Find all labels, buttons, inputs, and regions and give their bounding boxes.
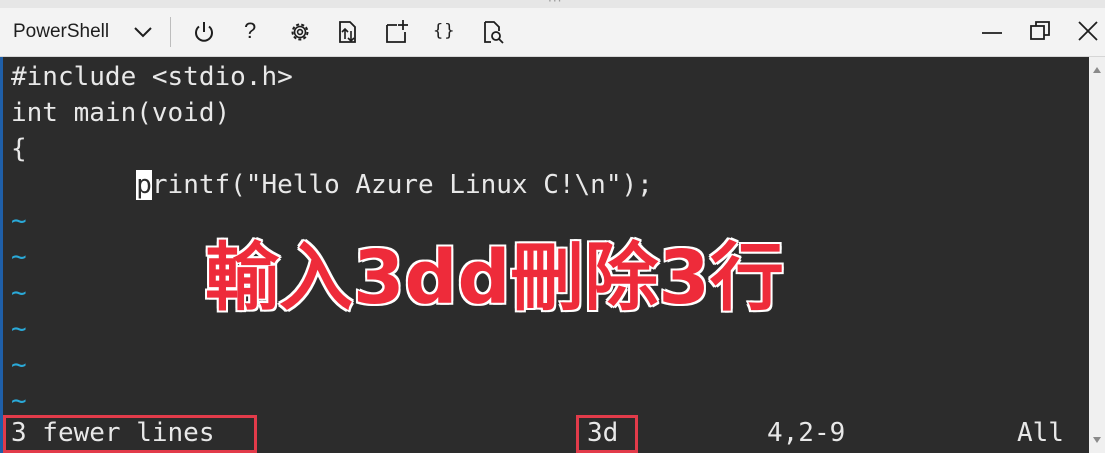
- vertical-scrollbar[interactable]: [1089, 57, 1105, 453]
- status-command-highlight: [576, 415, 638, 453]
- chevron-down-icon: [132, 22, 154, 42]
- close-icon: [1075, 18, 1103, 46]
- code-line-4-rest: rintf("Hello Azure Linux C!\n");: [151, 170, 653, 200]
- minimize-button[interactable]: [979, 18, 1007, 46]
- drag-handle[interactable]: ···: [0, 0, 1105, 8]
- new-session-button[interactable]: [383, 18, 411, 46]
- help-button[interactable]: ?: [238, 18, 266, 46]
- help-icon: ?: [244, 18, 257, 43]
- empty-line-tilde: ~: [11, 206, 27, 236]
- empty-line-tilde: ~: [11, 242, 27, 272]
- status-scroll-indicator: All: [1017, 418, 1064, 448]
- settings-button[interactable]: [286, 18, 314, 46]
- web-preview-button[interactable]: [479, 18, 507, 46]
- scroll-down-icon[interactable]: [1093, 437, 1101, 443]
- status-cursor-position: 4,2-9: [767, 418, 846, 448]
- toolbar-divider: [170, 17, 171, 47]
- restore-icon: [1028, 18, 1056, 46]
- code-line-4-indent: [11, 170, 136, 200]
- empty-line-tilde: ~: [11, 314, 27, 344]
- restart-button[interactable]: [190, 18, 218, 46]
- cloud-shell-window: ··· PowerShell ? {} #include <stdio.h> i…: [0, 0, 1105, 453]
- empty-line-tilde: ~: [11, 278, 27, 308]
- scroll-up-icon[interactable]: [1093, 67, 1101, 73]
- text-cursor: p: [136, 170, 152, 200]
- code-line-3: {: [11, 134, 27, 164]
- annotation-overlay: 輸入3dd刪除3行: [204, 234, 786, 323]
- web-preview-icon: [479, 18, 507, 46]
- code-line-4: printf("Hello Azure Linux C!\n");: [11, 167, 653, 203]
- code-line-2: int main(void): [11, 98, 231, 128]
- terminal-pane[interactable]: #include <stdio.h> int main(void) { prin…: [0, 57, 1105, 453]
- minimize-icon: [979, 18, 1007, 46]
- grab-dots: ···: [548, 0, 563, 8]
- braces-icon: {}: [433, 21, 456, 41]
- new-session-icon: [383, 18, 411, 46]
- upload-download-icon: [334, 18, 362, 46]
- empty-line-tilde: ~: [11, 350, 27, 380]
- shell-selector[interactable]: PowerShell: [0, 8, 164, 56]
- shell-selector-label: PowerShell: [13, 21, 110, 42]
- focus-accent: [0, 57, 3, 453]
- code-line-1: #include <stdio.h>: [11, 62, 293, 92]
- restore-button[interactable]: [1028, 18, 1056, 46]
- settings-icon: [286, 18, 314, 46]
- editor-button[interactable]: {}: [431, 18, 459, 46]
- close-button[interactable]: [1075, 18, 1103, 46]
- status-message-highlight: [3, 415, 257, 453]
- toolbar: PowerShell ? {}: [0, 8, 1105, 57]
- power-icon: [190, 18, 218, 46]
- empty-line-tilde: ~: [11, 386, 27, 416]
- upload-download-button[interactable]: [334, 18, 362, 46]
